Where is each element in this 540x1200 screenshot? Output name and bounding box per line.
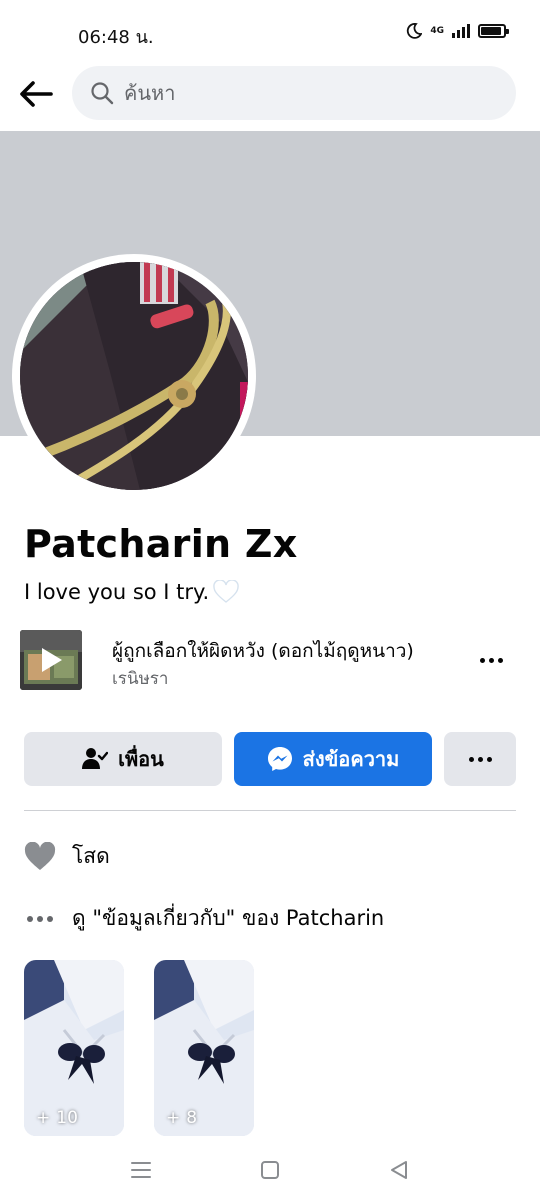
search-header xyxy=(0,64,540,130)
music-thumbnail[interactable] xyxy=(20,630,82,690)
profile-bio: I love you so I try. xyxy=(24,580,239,604)
status-icons: 4G xyxy=(406,23,509,39)
moon-icon xyxy=(407,23,423,39)
friends-button-label: เพื่อน xyxy=(118,747,164,771)
relationship-status: โสด xyxy=(24,840,110,873)
message-button[interactable]: ส่งข้อความ xyxy=(234,732,432,786)
photo-count: + 8 xyxy=(166,1108,197,1128)
featured-photo[interactable]: + 10 xyxy=(24,960,124,1136)
music-artist: เรนิษรา xyxy=(112,669,169,689)
friend-check-icon xyxy=(82,748,109,769)
search-icon xyxy=(91,82,114,105)
music-more-button[interactable] xyxy=(476,650,506,670)
photo-count: + 10 xyxy=(36,1108,78,1128)
more-dot xyxy=(488,657,494,663)
see-about-link[interactable]: ดู "ข้อมูลเกี่ยวกับ" ของ Patcharin xyxy=(24,902,384,935)
profile-music[interactable]: ผู้ถูกเลือกให้ผิดหวัง (ดอกไม้ฤดูหนาว) เร… xyxy=(20,630,516,690)
system-back-button[interactable] xyxy=(383,1154,415,1186)
plus-icon: + xyxy=(36,1108,51,1128)
relationship-text: โสด xyxy=(72,844,110,868)
profile-picture-image xyxy=(20,262,248,490)
section-divider xyxy=(24,810,516,811)
status-bar: 06:48 น. 4G xyxy=(0,0,540,64)
arrow-left-icon xyxy=(20,81,53,107)
more-dot xyxy=(479,657,485,663)
back-button[interactable] xyxy=(16,74,56,114)
battery-icon xyxy=(478,24,509,38)
see-about-text: ดู "ข้อมูลเกี่ยวกับ" ของ Patcharin xyxy=(72,906,385,930)
status-time: 06:48 น. xyxy=(78,27,154,48)
music-title: ผู้ถูกเลือกให้ผิดหวัง (ดอกไม้ฤดูหนาว) xyxy=(112,640,414,662)
photo-count-value: 10 xyxy=(56,1108,78,1128)
profile-picture[interactable] xyxy=(20,262,248,490)
profile-bio-text: I love you so I try. xyxy=(24,580,210,604)
music-thumbnail-image xyxy=(20,630,82,690)
signal-icon xyxy=(452,24,470,38)
more-dot xyxy=(477,756,483,762)
more-dot xyxy=(486,756,492,762)
friends-button[interactable]: เพื่อน xyxy=(24,732,222,786)
square-icon xyxy=(261,1161,279,1179)
system-nav-bar xyxy=(0,1140,540,1200)
featured-photo[interactable]: + 8 xyxy=(154,960,254,1136)
more-horizontal-icon xyxy=(27,915,53,922)
triangle-back-icon xyxy=(391,1161,407,1179)
more-options-button[interactable] xyxy=(444,732,516,786)
messenger-icon xyxy=(267,747,292,771)
home-button[interactable] xyxy=(254,1154,286,1186)
white-heart-icon xyxy=(213,580,239,603)
search-input[interactable] xyxy=(124,81,484,105)
search-bar[interactable] xyxy=(72,66,516,120)
profile-name: Patcharin Zx xyxy=(24,522,298,566)
network-type-icon: 4G xyxy=(430,25,444,36)
heart-icon xyxy=(24,841,56,870)
recent-apps-button[interactable] xyxy=(125,1154,157,1186)
more-dot xyxy=(468,756,474,762)
menu-icon xyxy=(131,1162,151,1178)
message-button-label: ส่งข้อความ xyxy=(302,747,400,771)
photo-count-value: 8 xyxy=(186,1108,198,1128)
plus-icon: + xyxy=(166,1108,181,1128)
more-dot xyxy=(497,657,503,663)
